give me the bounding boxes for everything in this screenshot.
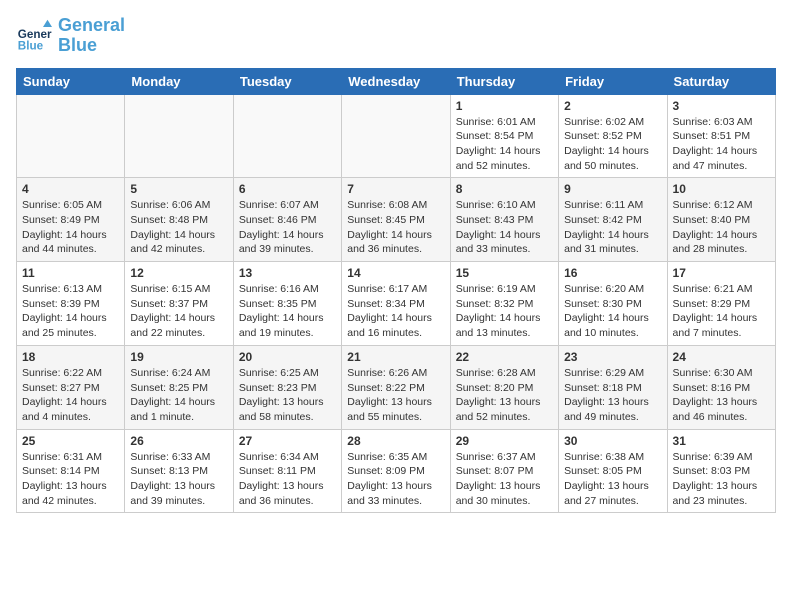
col-header-tuesday: Tuesday: [233, 68, 341, 94]
calendar-cell: 8Sunrise: 6:10 AMSunset: 8:43 PMDaylight…: [450, 178, 558, 262]
logo-text: GeneralBlue: [58, 16, 125, 56]
calendar-cell: 30Sunrise: 6:38 AMSunset: 8:05 PMDayligh…: [559, 429, 667, 513]
calendar-cell: 10Sunrise: 6:12 AMSunset: 8:40 PMDayligh…: [667, 178, 775, 262]
col-header-friday: Friday: [559, 68, 667, 94]
calendar-cell: 7Sunrise: 6:08 AMSunset: 8:45 PMDaylight…: [342, 178, 450, 262]
calendar-cell: 25Sunrise: 6:31 AMSunset: 8:14 PMDayligh…: [17, 429, 125, 513]
calendar-cell: [125, 94, 233, 178]
calendar-cell: 5Sunrise: 6:06 AMSunset: 8:48 PMDaylight…: [125, 178, 233, 262]
calendar-cell: 16Sunrise: 6:20 AMSunset: 8:30 PMDayligh…: [559, 262, 667, 346]
week-row-2: 4Sunrise: 6:05 AMSunset: 8:49 PMDaylight…: [17, 178, 776, 262]
calendar-cell: 3Sunrise: 6:03 AMSunset: 8:51 PMDaylight…: [667, 94, 775, 178]
week-row-5: 25Sunrise: 6:31 AMSunset: 8:14 PMDayligh…: [17, 429, 776, 513]
calendar-cell: 9Sunrise: 6:11 AMSunset: 8:42 PMDaylight…: [559, 178, 667, 262]
week-row-3: 11Sunrise: 6:13 AMSunset: 8:39 PMDayligh…: [17, 262, 776, 346]
page-header: General Blue GeneralBlue: [16, 16, 776, 56]
logo: General Blue GeneralBlue: [16, 16, 125, 56]
calendar-table: SundayMondayTuesdayWednesdayThursdayFrid…: [16, 68, 776, 514]
calendar-cell: 6Sunrise: 6:07 AMSunset: 8:46 PMDaylight…: [233, 178, 341, 262]
col-header-monday: Monday: [125, 68, 233, 94]
calendar-cell: 29Sunrise: 6:37 AMSunset: 8:07 PMDayligh…: [450, 429, 558, 513]
calendar-cell: 12Sunrise: 6:15 AMSunset: 8:37 PMDayligh…: [125, 262, 233, 346]
calendar-cell: 22Sunrise: 6:28 AMSunset: 8:20 PMDayligh…: [450, 345, 558, 429]
calendar-cell: [342, 94, 450, 178]
calendar-cell: 27Sunrise: 6:34 AMSunset: 8:11 PMDayligh…: [233, 429, 341, 513]
calendar-cell: 11Sunrise: 6:13 AMSunset: 8:39 PMDayligh…: [17, 262, 125, 346]
calendar-cell: [233, 94, 341, 178]
calendar-cell: 20Sunrise: 6:25 AMSunset: 8:23 PMDayligh…: [233, 345, 341, 429]
calendar-cell: 28Sunrise: 6:35 AMSunset: 8:09 PMDayligh…: [342, 429, 450, 513]
calendar-cell: 17Sunrise: 6:21 AMSunset: 8:29 PMDayligh…: [667, 262, 775, 346]
calendar-cell: 21Sunrise: 6:26 AMSunset: 8:22 PMDayligh…: [342, 345, 450, 429]
calendar-cell: 19Sunrise: 6:24 AMSunset: 8:25 PMDayligh…: [125, 345, 233, 429]
calendar-cell: 2Sunrise: 6:02 AMSunset: 8:52 PMDaylight…: [559, 94, 667, 178]
calendar-cell: 13Sunrise: 6:16 AMSunset: 8:35 PMDayligh…: [233, 262, 341, 346]
col-header-wednesday: Wednesday: [342, 68, 450, 94]
week-row-1: 1Sunrise: 6:01 AMSunset: 8:54 PMDaylight…: [17, 94, 776, 178]
col-header-saturday: Saturday: [667, 68, 775, 94]
calendar-cell: 18Sunrise: 6:22 AMSunset: 8:27 PMDayligh…: [17, 345, 125, 429]
calendar-cell: 24Sunrise: 6:30 AMSunset: 8:16 PMDayligh…: [667, 345, 775, 429]
calendar-cell: 14Sunrise: 6:17 AMSunset: 8:34 PMDayligh…: [342, 262, 450, 346]
calendar-cell: 31Sunrise: 6:39 AMSunset: 8:03 PMDayligh…: [667, 429, 775, 513]
calendar-cell: 15Sunrise: 6:19 AMSunset: 8:32 PMDayligh…: [450, 262, 558, 346]
week-row-4: 18Sunrise: 6:22 AMSunset: 8:27 PMDayligh…: [17, 345, 776, 429]
calendar-cell: 4Sunrise: 6:05 AMSunset: 8:49 PMDaylight…: [17, 178, 125, 262]
calendar-cell: 1Sunrise: 6:01 AMSunset: 8:54 PMDaylight…: [450, 94, 558, 178]
logo-icon: General Blue: [16, 18, 52, 54]
svg-text:Blue: Blue: [18, 39, 44, 52]
col-header-sunday: Sunday: [17, 68, 125, 94]
calendar-header-row: SundayMondayTuesdayWednesdayThursdayFrid…: [17, 68, 776, 94]
calendar-cell: [17, 94, 125, 178]
calendar-cell: 26Sunrise: 6:33 AMSunset: 8:13 PMDayligh…: [125, 429, 233, 513]
calendar-cell: 23Sunrise: 6:29 AMSunset: 8:18 PMDayligh…: [559, 345, 667, 429]
col-header-thursday: Thursday: [450, 68, 558, 94]
